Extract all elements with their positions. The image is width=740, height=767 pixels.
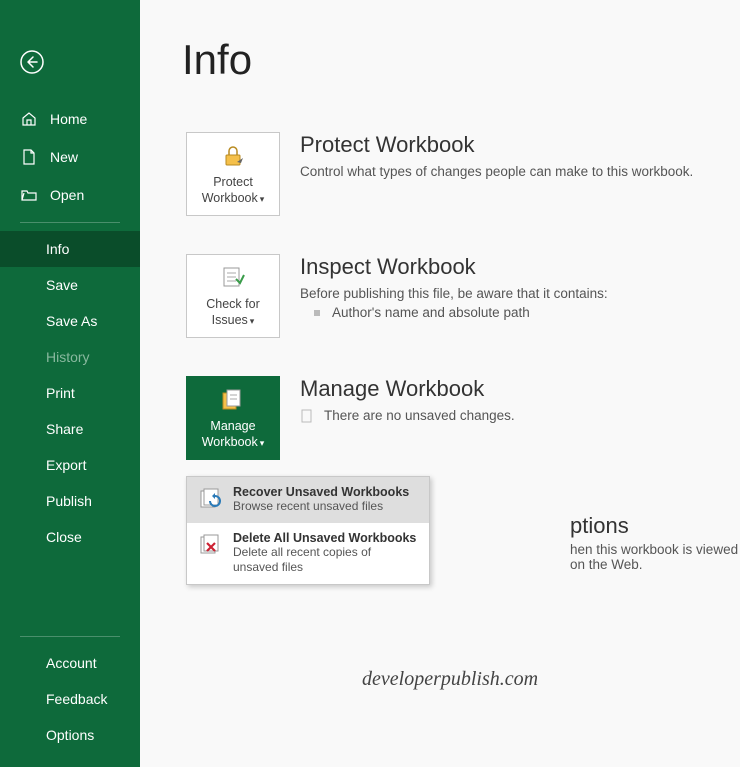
inspect-item: Author's name and absolute path	[300, 305, 740, 320]
nav-save-label: Save	[46, 277, 78, 293]
nav-export-label: Export	[46, 457, 86, 473]
nav-print-label: Print	[46, 385, 75, 401]
watermark: developerpublish.com	[362, 668, 538, 691]
menu-recover-title: Recover Unsaved Workbooks	[233, 485, 409, 499]
nav-home[interactable]: Home	[0, 100, 140, 138]
protect-button-label: Protect Workbook▾	[187, 175, 279, 206]
nav-options-label: Options	[46, 727, 94, 743]
nav-feedback-label: Feedback	[46, 691, 107, 707]
divider	[20, 222, 120, 223]
nav-options[interactable]: Options	[0, 717, 140, 753]
protect-workbook-button[interactable]: Protect Workbook▾	[186, 132, 280, 216]
nav-open-label: Open	[50, 187, 84, 203]
documents-icon	[220, 385, 246, 415]
menu-recover-unsaved[interactable]: Recover Unsaved Workbooks Browse recent …	[187, 477, 429, 523]
nav-history-label: History	[46, 349, 90, 365]
divider-bottom	[20, 636, 120, 637]
manage-workbook-dropdown: Recover Unsaved Workbooks Browse recent …	[186, 476, 430, 585]
manage-desc-line: There are no unsaved changes.	[300, 408, 740, 423]
nav-feedback[interactable]: Feedback	[0, 681, 140, 717]
nav-save-as[interactable]: Save As	[0, 303, 140, 339]
protect-section: Protect Workbook▾ Protect Workbook Contr…	[186, 132, 740, 216]
protect-title: Protect Workbook	[300, 132, 740, 158]
nav-print[interactable]: Print	[0, 375, 140, 411]
browser-view-desc-fragment: hen this workbook is viewed on the Web.	[570, 542, 740, 572]
back-button[interactable]	[12, 42, 52, 82]
nav-new-label: New	[50, 149, 78, 165]
nav-info[interactable]: Info	[0, 231, 140, 267]
inspect-section: Check for Issues▾ Inspect Workbook Befor…	[186, 254, 740, 338]
lock-icon	[220, 141, 246, 171]
nav-account-label: Account	[46, 655, 97, 671]
page-title: Info	[182, 36, 740, 84]
browser-view-title-fragment: ptions	[570, 513, 629, 539]
nav-close[interactable]: Close	[0, 519, 140, 555]
check-button-label: Check for Issues▾	[187, 297, 279, 328]
inspect-desc: Before publishing this file, be aware th…	[300, 286, 740, 301]
check-for-issues-button[interactable]: Check for Issues▾	[186, 254, 280, 338]
menu-recover-desc: Browse recent unsaved files	[233, 499, 409, 515]
nav-save-as-label: Save As	[46, 313, 97, 329]
sidebar: Home New Open Info Save Save As History …	[0, 0, 140, 767]
document-small-icon	[300, 409, 314, 423]
nav-info-label: Info	[46, 241, 69, 257]
manage-button-label: Manage Workbook▾	[187, 419, 279, 450]
nav-open[interactable]: Open	[0, 176, 140, 214]
nav-close-label: Close	[46, 529, 82, 545]
checklist-icon	[220, 263, 246, 293]
nav-export[interactable]: Export	[0, 447, 140, 483]
nav-save[interactable]: Save	[0, 267, 140, 303]
main-pane: Info Protect Workbook▾ Protect Workbook …	[140, 0, 740, 767]
nav-publish-label: Publish	[46, 493, 92, 509]
home-icon	[20, 110, 38, 128]
nav-share[interactable]: Share	[0, 411, 140, 447]
nav-share-label: Share	[46, 421, 83, 437]
manage-desc: There are no unsaved changes.	[324, 408, 515, 423]
document-icon	[20, 148, 38, 166]
nav-publish[interactable]: Publish	[0, 483, 140, 519]
protect-desc: Control what types of changes people can…	[300, 164, 740, 179]
nav-home-label: Home	[50, 111, 87, 127]
recover-icon	[197, 485, 225, 513]
menu-delete-unsaved[interactable]: Delete All Unsaved Workbooks Delete all …	[187, 523, 429, 584]
nav-history: History	[0, 339, 140, 375]
nav-account[interactable]: Account	[0, 645, 140, 681]
nav-new[interactable]: New	[0, 138, 140, 176]
delete-icon	[197, 531, 225, 559]
manage-workbook-button[interactable]: Manage Workbook▾	[186, 376, 280, 460]
manage-section: Manage Workbook▾ Manage Workbook There a…	[186, 376, 740, 460]
folder-open-icon	[20, 186, 38, 204]
bullet-icon	[314, 310, 320, 316]
menu-delete-title: Delete All Unsaved Workbooks	[233, 531, 419, 545]
manage-title: Manage Workbook	[300, 376, 740, 402]
menu-delete-desc: Delete all recent copies of unsaved file…	[233, 545, 419, 576]
back-arrow-icon	[20, 50, 44, 74]
inspect-title: Inspect Workbook	[300, 254, 740, 280]
